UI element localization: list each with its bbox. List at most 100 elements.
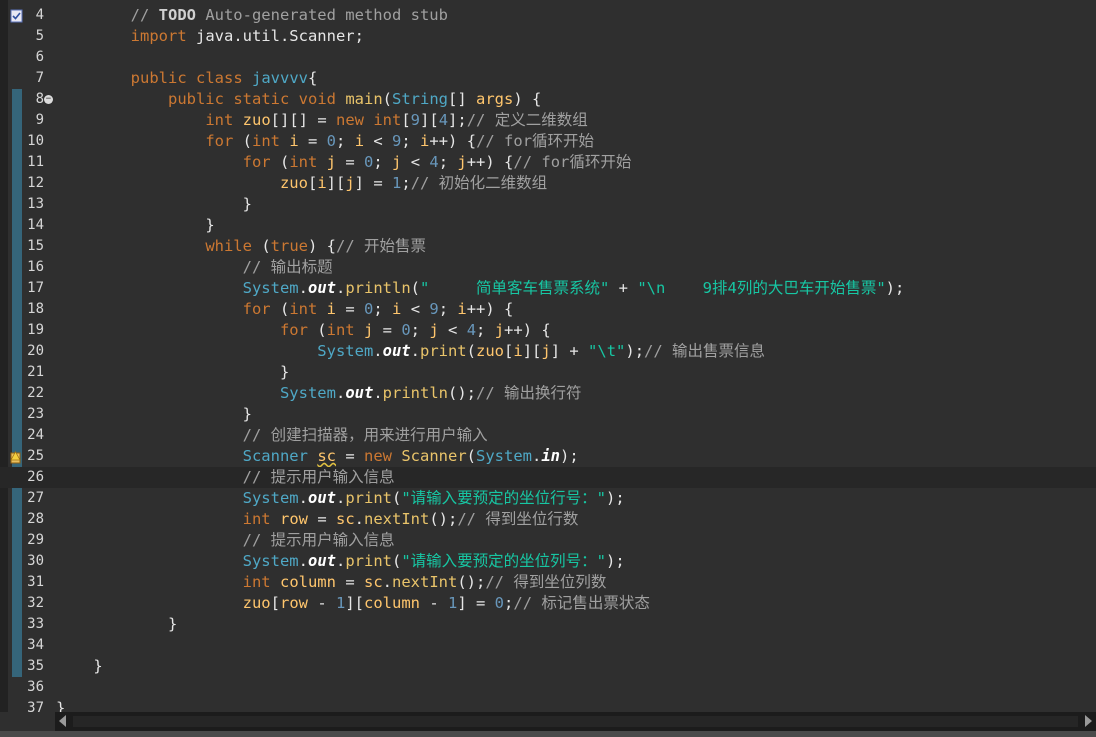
code-token: out (382, 342, 411, 360)
code-token: 4 (429, 153, 439, 171)
code-token: TODO (158, 6, 196, 24)
line-number: 22 (27, 385, 44, 401)
code-token: 4 (466, 321, 477, 339)
code-line[interactable]: 29 // 提示用户输入信息 (0, 530, 1096, 551)
code-line[interactable]: 35 } (0, 656, 1096, 677)
code-line[interactable]: 30 System.out.print("请输入要预定的坐位列号："); (0, 551, 1096, 572)
code-token: // 输出售票信息 (644, 342, 766, 360)
line-number: 20 (27, 343, 44, 359)
code-line[interactable]: 32 zuo[row - 1][column - 1] = 0;// 标记售出票… (0, 593, 1096, 614)
code-line[interactable]: 28 int row = sc.nextInt();// 得到坐位行数 (0, 509, 1096, 530)
code-token: // 提示用户输入信息 (242, 531, 395, 549)
code-text: // 输出标题 (56, 257, 333, 278)
code-token: . (335, 279, 346, 297)
code-line[interactable]: 18 for (int i = 0; i < 9; i++) { (0, 299, 1096, 320)
code-line[interactable]: 21 } (0, 362, 1096, 383)
code-line[interactable]: 15 while (true) {// 开始售票 (0, 236, 1096, 257)
code-token: ( (307, 321, 327, 339)
code-text: System.out.println(" 简单客车售票系统" + "\n 9排4… (56, 278, 905, 299)
line-number: 21 (27, 364, 44, 380)
code-token: < (438, 321, 467, 339)
line-number: 11 (27, 154, 44, 170)
code-line[interactable]: 36 (0, 677, 1096, 698)
code-line[interactable]: 33 } (0, 614, 1096, 635)
code-line[interactable]: 7 public class javvvv{ (0, 68, 1096, 89)
code-line[interactable]: 19 for (int j = 0; j < 4; j++) { (0, 320, 1096, 341)
line-number: 35 (27, 658, 44, 674)
code-editor[interactable]: 4 // TODO Auto-generated method stub 5 im… (0, 0, 1096, 712)
code-line[interactable]: 10 for (int i = 0; i < 9; i++) {// for循环… (0, 131, 1096, 152)
code-token: ][ (420, 111, 439, 129)
code-line[interactable]: 12 zuo[i][j] = 1;// 初始化二维数组 (0, 173, 1096, 194)
code-line[interactable]: 34 (0, 635, 1096, 656)
code-token: // (130, 6, 159, 24)
code-line[interactable]: 14 } (0, 215, 1096, 236)
code-line[interactable]: 11 for (int j = 0; j < 4; j++) {// for循环… (0, 152, 1096, 173)
scroll-left-icon[interactable] (59, 715, 66, 727)
code-line[interactable]: 27 System.out.print("请输入要预定的坐位行号："); (0, 488, 1096, 509)
code-line[interactable]: 16 // 输出标题 (0, 257, 1096, 278)
code-token: < (364, 132, 393, 150)
fold-collapse-icon[interactable]: − (44, 95, 53, 104)
code-token: = (298, 132, 327, 150)
code-token: . (335, 384, 346, 402)
code-line[interactable]: 9 int zuo[][] = new int[9][4];// 定义二维数组 (0, 110, 1096, 131)
code-token: 9 (429, 300, 439, 318)
code-token: sc (335, 510, 355, 528)
code-token: = (335, 573, 364, 591)
code-token: int (251, 132, 280, 150)
code-token: ); (625, 342, 645, 360)
task-icon[interactable] (10, 8, 23, 23)
code-text: zuo[row - 1][column - 1] = 0;// 标记售出票状态 (56, 593, 650, 614)
code-line[interactable]: 31 int column = sc.nextInt();// 得到坐位列数 (0, 572, 1096, 593)
code-token: [][] = (270, 111, 336, 129)
code-token: System (279, 384, 336, 402)
code-line[interactable]: 22 System.out.println();// 输出换行符 (0, 383, 1096, 404)
code-token: public (130, 69, 187, 87)
code-line[interactable]: 5 import java.util.Scanner; (0, 26, 1096, 47)
code-line[interactable]: 8− public static void main(String[] args… (0, 89, 1096, 110)
line-number: 23 (27, 406, 44, 422)
code-token: j (494, 321, 505, 339)
code-line[interactable]: 4 // TODO Auto-generated method stub (0, 5, 1096, 26)
code-token: nextInt (392, 573, 458, 591)
scrollbar-track[interactable] (73, 716, 1078, 727)
code-line[interactable]: 37} (0, 698, 1096, 712)
code-line[interactable]: 25 Scanner sc = new Scanner(System.in); (0, 446, 1096, 467)
code-token: Auto-generated method stub (195, 6, 448, 24)
code-token: i (457, 300, 467, 318)
code-token: ) { (513, 90, 542, 108)
line-number: 4 (35, 7, 44, 23)
warning-icon[interactable] (10, 449, 23, 464)
code-text: // 提示用户输入信息 (56, 530, 395, 551)
line-number: 19 (27, 322, 44, 338)
code-line[interactable]: 23 } (0, 404, 1096, 425)
line-number: 5 (35, 28, 44, 44)
code-token: - (420, 594, 448, 612)
code-text: while (true) {// 开始售票 (56, 236, 426, 257)
code-token: public (167, 90, 224, 108)
scroll-right-icon[interactable] (1085, 715, 1092, 727)
code-token: int (242, 510, 271, 528)
code-line[interactable]: 20 System.out.print(zuo[i][j] + "\t");//… (0, 341, 1096, 362)
code-line[interactable]: 13 } (0, 194, 1096, 215)
code-line[interactable]: 17 System.out.println(" 简单客车售票系统" + "\n … (0, 278, 1096, 299)
code-text: zuo[i][j] = 1;// 初始化二维数组 (56, 173, 547, 194)
code-token: zuo (476, 342, 504, 360)
code-line[interactable]: 24 // 创建扫描器，用来进行用户输入 (0, 425, 1096, 446)
horizontal-scrollbar[interactable] (55, 712, 1096, 731)
code-line[interactable]: 26 // 提示用户输入信息 (0, 467, 1096, 488)
code-token: // 定义二维数组 (466, 111, 588, 129)
code-token: int (326, 321, 355, 339)
code-token: ; (373, 153, 393, 171)
code-text: } (56, 656, 102, 677)
code-token: } (242, 195, 252, 213)
code-line[interactable]: 6 (0, 47, 1096, 68)
code-token: ][ (522, 342, 542, 360)
code-token: new (335, 111, 364, 129)
code-token: < (401, 153, 430, 171)
code-token: print (345, 552, 392, 570)
